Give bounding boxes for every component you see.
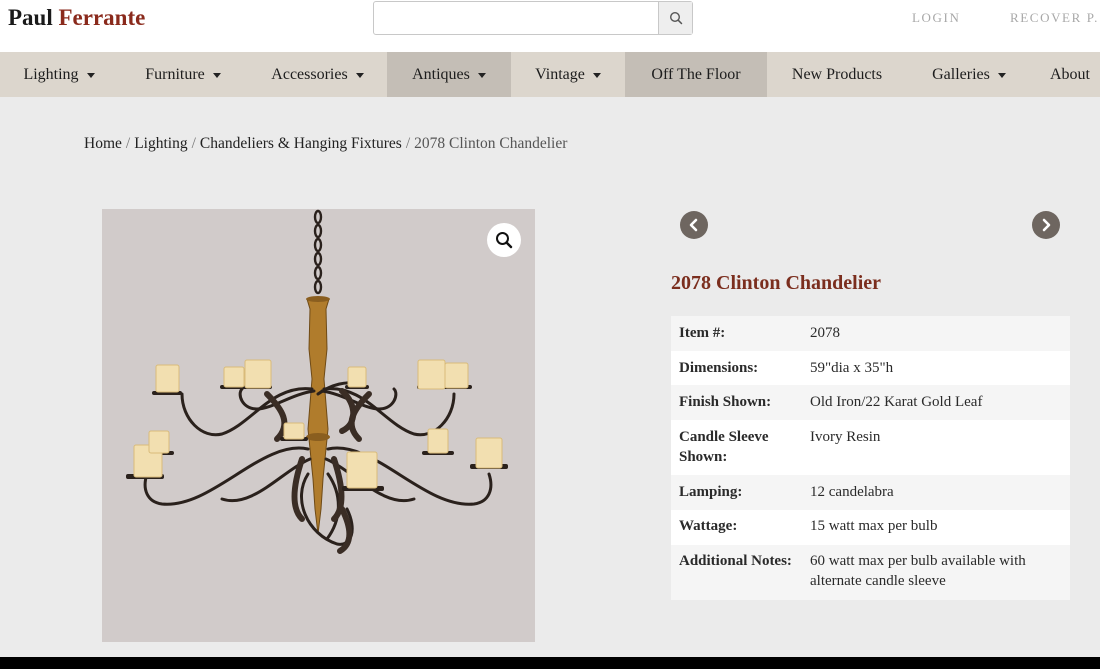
nav-item-off-the-floor[interactable]: Off The Floor — [625, 52, 767, 97]
spec-row-additional-notes: Additional Notes: 60 watt max per bulb a… — [671, 545, 1070, 600]
search-input[interactable] — [374, 2, 659, 34]
spec-row-dimensions: Dimensions: 59"dia x 35"h — [671, 351, 1070, 385]
breadcrumb-separator: / — [191, 135, 196, 152]
spec-value: 15 watt max per bulb — [810, 518, 938, 534]
brand-name-last: Ferrante — [58, 5, 146, 30]
search-icon — [669, 11, 682, 25]
caret-down-icon — [212, 73, 221, 78]
nav-item-antiques[interactable]: Antiques — [387, 52, 511, 97]
chandelier-image — [126, 209, 508, 554]
nav-item-furniture[interactable]: Furniture — [118, 52, 248, 97]
breadcrumb: Home / Lighting / Chandeliers & Hanging Fixt… — [84, 135, 567, 153]
spec-value: 60 watt max per bulb available with — [810, 553, 1026, 569]
nav-item-lighting[interactable]: Lighting — [0, 52, 118, 97]
nav-item-label: Vintage — [535, 65, 585, 83]
caret-down-icon — [477, 73, 486, 78]
nav-item-vintage[interactable]: Vintage — [511, 52, 625, 97]
nav-item-label: Lighting — [23, 65, 79, 83]
breadcrumb-lighting[interactable]: Lighting — [134, 135, 187, 152]
main-nav: Lighting Furniture Accessories Antiques … — [0, 52, 1100, 97]
nav-item-label: About — [1050, 65, 1090, 83]
nav-item-label: Antiques — [412, 65, 470, 83]
spec-label: Item #: — [679, 325, 726, 341]
spec-value: alternate candle sleeve — [810, 573, 946, 589]
chevron-left-icon — [689, 218, 698, 232]
breadcrumb-separator: / — [125, 135, 131, 152]
breadcrumb-separator: / — [405, 135, 411, 152]
spec-row-candle-sleeve: Candle Sleeve Shown: Ivory Resin — [671, 420, 1070, 475]
nav-item-about[interactable]: About — [1031, 52, 1100, 97]
breadcrumb-home[interactable]: Home — [84, 135, 122, 152]
nav-item-accessories[interactable]: Accessories — [248, 52, 387, 97]
site-header: Paul Ferrante LOGIN RECOVER P. — [0, 0, 1100, 52]
caret-down-icon — [355, 73, 364, 78]
chevron-right-icon — [1042, 218, 1051, 232]
caret-down-icon — [592, 73, 601, 78]
nav-item-new-products[interactable]: New Products — [767, 52, 907, 97]
spec-label: Candle Sleeve — [679, 429, 769, 445]
search-box — [373, 1, 693, 35]
recover-password-link[interactable]: RECOVER P. — [1010, 10, 1099, 26]
caret-down-icon — [86, 73, 95, 78]
zoom-icon — [496, 232, 513, 249]
spec-value: 2078 — [810, 325, 840, 341]
brand-logo[interactable]: Paul Ferrante — [8, 5, 145, 31]
spec-label: Shown: — [679, 449, 728, 465]
nav-item-label: Furniture — [145, 65, 205, 83]
product-title: 2078 Clinton Chandelier — [671, 272, 882, 294]
nav-item-label: Off The Floor — [651, 65, 741, 83]
search-button[interactable] — [658, 2, 692, 34]
spec-label: Dimensions: — [679, 360, 759, 376]
spec-value: Old Iron/22 Karat Gold Leaf — [810, 394, 983, 410]
spec-row-item: Item #: 2078 — [671, 316, 1070, 351]
brand-name-first: Paul — [8, 5, 53, 30]
bottom-bar — [0, 657, 1100, 669]
spec-row-finish: Finish Shown: Old Iron/22 Karat Gold Lea… — [671, 385, 1070, 420]
login-link[interactable]: LOGIN — [912, 10, 960, 26]
spec-label: Finish Shown: — [679, 394, 772, 410]
breadcrumb-current: 2078 Clinton Chandelier — [414, 135, 568, 152]
spec-value: 12 candelabra — [810, 484, 894, 500]
spec-label: Lamping: — [679, 484, 743, 500]
spec-label: Additional Notes: — [679, 553, 792, 569]
nav-item-label: Accessories — [271, 65, 348, 83]
nav-item-galleries[interactable]: Galleries — [907, 52, 1031, 97]
spec-value: 59"dia x 35"h — [810, 360, 894, 376]
next-product-button[interactable] — [1032, 211, 1060, 239]
previous-product-button[interactable] — [680, 211, 708, 239]
nav-item-label: New Products — [791, 65, 883, 83]
spec-value: Ivory Resin — [810, 429, 881, 445]
breadcrumb-category[interactable]: Chandeliers & Hanging Fixtures — [200, 135, 402, 152]
spec-row-wattage: Wattage: 15 watt max per bulb — [671, 510, 1070, 545]
caret-down-icon — [997, 73, 1006, 78]
zoom-button[interactable] — [487, 223, 521, 257]
product-specs-table: Item #: 2078 Dimensions: 59"dia x 35"h F… — [671, 316, 1070, 600]
product-image[interactable] — [102, 209, 535, 642]
spec-row-lamping: Lamping: 12 candelabra — [671, 475, 1070, 510]
spec-label: Wattage: — [679, 518, 738, 534]
nav-item-label: Galleries — [932, 65, 990, 83]
